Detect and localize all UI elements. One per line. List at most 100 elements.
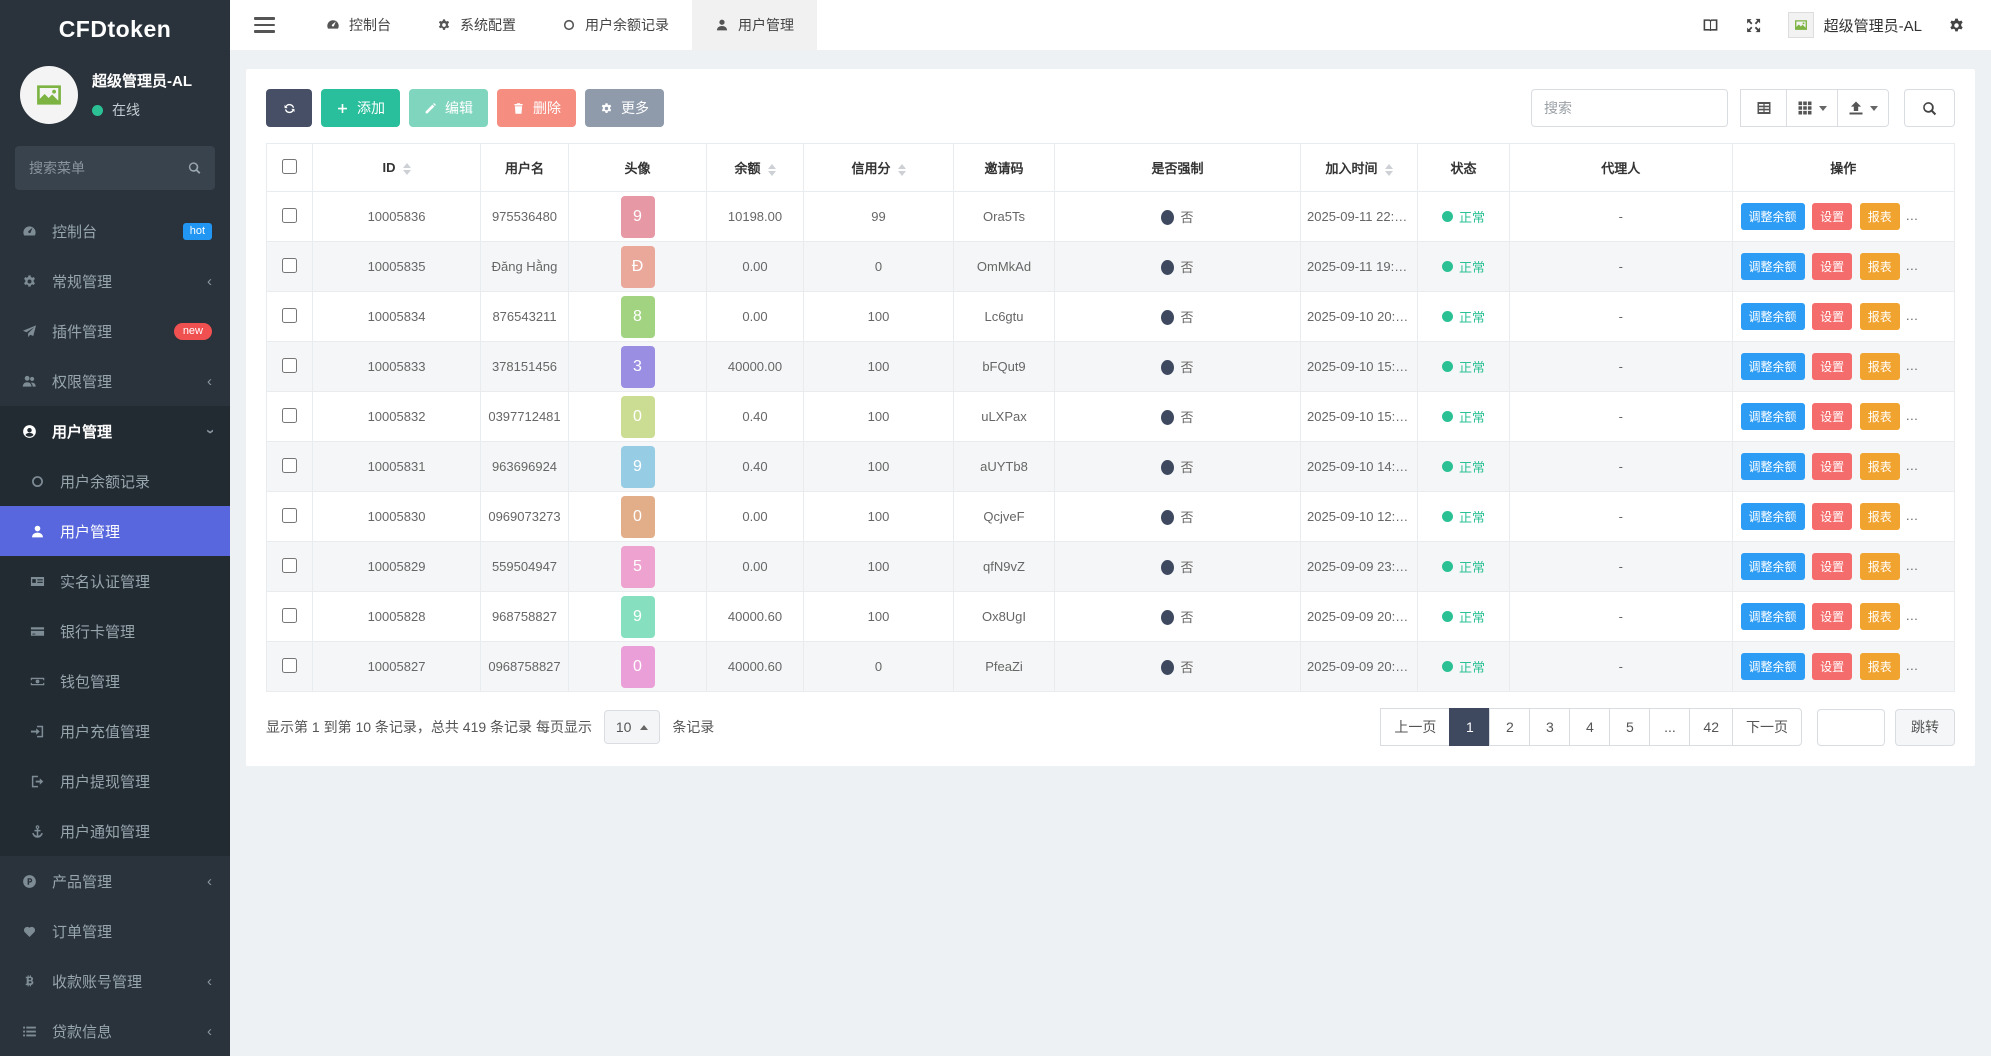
adjust-balance-button[interactable]: 调整余额 xyxy=(1741,503,1805,530)
hamburger-menu-icon[interactable] xyxy=(254,17,275,33)
row-edit-button[interactable] xyxy=(1907,353,1934,380)
settings-button[interactable]: 设置 xyxy=(1812,453,1852,480)
row-checkbox[interactable] xyxy=(282,608,297,623)
sidebar-item[interactable]: 控制台 hot xyxy=(0,206,230,256)
column-header[interactable]: 状态 xyxy=(1418,144,1510,192)
menu-search-input[interactable] xyxy=(15,146,215,190)
page-button[interactable]: 1 xyxy=(1449,708,1490,746)
row-edit-button[interactable] xyxy=(1907,453,1934,480)
report-button[interactable]: 报表 xyxy=(1860,603,1900,630)
column-header[interactable]: 代理人 xyxy=(1510,144,1733,192)
page-button[interactable]: 4 xyxy=(1569,708,1610,746)
page-button[interactable]: 3 xyxy=(1529,708,1570,746)
nav-tab[interactable]: 系统配置 xyxy=(414,0,539,50)
sidebar-item[interactable]: 用户提现管理 xyxy=(0,756,230,806)
sidebar-item[interactable]: 用户管理 xyxy=(0,506,230,556)
sidebar-item[interactable]: 用户充值管理 xyxy=(0,706,230,756)
select-all-checkbox[interactable] xyxy=(282,159,297,174)
row-edit-button[interactable] xyxy=(1907,303,1934,330)
settings-button[interactable]: 设置 xyxy=(1812,653,1852,680)
row-delete-button[interactable] xyxy=(1942,203,1954,230)
row-edit-button[interactable] xyxy=(1907,653,1934,680)
row-edit-button[interactable] xyxy=(1907,403,1934,430)
adjust-balance-button[interactable]: 调整余额 xyxy=(1741,653,1805,680)
report-button[interactable]: 报表 xyxy=(1860,503,1900,530)
row-delete-button[interactable] xyxy=(1942,503,1954,530)
page-button[interactable]: 5 xyxy=(1609,708,1650,746)
report-button[interactable]: 报表 xyxy=(1860,203,1900,230)
row-delete-button[interactable] xyxy=(1942,553,1954,580)
row-checkbox[interactable] xyxy=(282,458,297,473)
row-checkbox[interactable] xyxy=(282,208,297,223)
column-header[interactable]: 操作 xyxy=(1732,144,1955,192)
page-button[interactable]: 42 xyxy=(1689,708,1733,746)
delete-button[interactable]: 删除 xyxy=(497,89,576,127)
page-button[interactable]: ... xyxy=(1649,708,1690,746)
row-edit-button[interactable] xyxy=(1907,203,1934,230)
fullscreen-icon[interactable] xyxy=(1745,17,1762,34)
view-option-button[interactable] xyxy=(1786,89,1838,127)
sidebar-item[interactable]: 用户余额记录 xyxy=(0,456,230,506)
sidebar-item[interactable]: 订单管理 xyxy=(0,906,230,956)
adjust-balance-button[interactable]: 调整余额 xyxy=(1741,603,1805,630)
view-option-button[interactable] xyxy=(1740,89,1787,127)
row-edit-button[interactable] xyxy=(1907,603,1934,630)
report-button[interactable]: 报表 xyxy=(1860,453,1900,480)
row-delete-button[interactable] xyxy=(1942,453,1954,480)
column-header[interactable]: ID xyxy=(313,144,481,192)
row-delete-button[interactable] xyxy=(1942,403,1954,430)
nav-tab[interactable]: 用户管理 xyxy=(692,0,817,50)
edit-button[interactable]: 编辑 xyxy=(409,89,488,127)
report-button[interactable]: 报表 xyxy=(1860,403,1900,430)
row-checkbox[interactable] xyxy=(282,408,297,423)
page-button[interactable]: 上一页 xyxy=(1380,708,1450,746)
sidebar-item[interactable]: 用户通知管理 xyxy=(0,806,230,856)
brand-logo[interactable]: CFDtoken xyxy=(0,0,230,58)
row-delete-button[interactable] xyxy=(1942,303,1954,330)
language-icon[interactable] xyxy=(1702,17,1719,34)
row-edit-button[interactable] xyxy=(1907,503,1934,530)
report-button[interactable]: 报表 xyxy=(1860,303,1900,330)
sidebar-item[interactable]: 收款账号管理 ‹ xyxy=(0,956,230,1006)
adjust-balance-button[interactable]: 调整余额 xyxy=(1741,253,1805,280)
sort-icon[interactable] xyxy=(403,163,411,175)
adjust-balance-button[interactable]: 调整余额 xyxy=(1741,303,1805,330)
row-checkbox[interactable] xyxy=(282,258,297,273)
row-checkbox[interactable] xyxy=(282,308,297,323)
sidebar-item[interactable]: 权限管理 ‹ xyxy=(0,356,230,406)
sidebar-item[interactable]: 贷款信息 ‹ xyxy=(0,1006,230,1056)
row-delete-button[interactable] xyxy=(1942,603,1954,630)
user-avatar[interactable] xyxy=(20,66,78,124)
settings-button[interactable]: 设置 xyxy=(1812,553,1852,580)
refresh-button[interactable] xyxy=(266,89,312,127)
row-delete-button[interactable] xyxy=(1942,653,1954,680)
column-header[interactable]: 邀请码 xyxy=(954,144,1055,192)
sidebar-item[interactable]: 银行卡管理 xyxy=(0,606,230,656)
settings-button[interactable]: 设置 xyxy=(1812,203,1852,230)
report-button[interactable]: 报表 xyxy=(1860,653,1900,680)
sort-icon[interactable] xyxy=(768,164,776,176)
sidebar-item[interactable]: 常规管理 ‹ xyxy=(0,256,230,306)
column-header[interactable]: 信用分 xyxy=(804,144,954,192)
settings-button[interactable]: 设置 xyxy=(1812,503,1852,530)
settings-button[interactable]: 设置 xyxy=(1812,603,1852,630)
column-header[interactable]: 加入时间 xyxy=(1301,144,1418,192)
report-button[interactable]: 报表 xyxy=(1860,553,1900,580)
report-button[interactable]: 报表 xyxy=(1860,353,1900,380)
page-button[interactable]: 下一页 xyxy=(1732,708,1802,746)
sort-icon[interactable] xyxy=(1385,164,1393,176)
adjust-balance-button[interactable]: 调整余额 xyxy=(1741,403,1805,430)
row-checkbox[interactable] xyxy=(282,658,297,673)
column-header[interactable]: 头像 xyxy=(569,144,707,192)
settings-gear-icon[interactable] xyxy=(1948,17,1965,34)
sidebar-item[interactable]: 实名认证管理 xyxy=(0,556,230,606)
column-header[interactable]: 余额 xyxy=(707,144,804,192)
sidebar-item[interactable]: 产品管理 ‹ xyxy=(0,856,230,906)
view-option-button[interactable] xyxy=(1837,89,1889,127)
page-button[interactable]: 2 xyxy=(1489,708,1530,746)
search-button[interactable] xyxy=(1904,89,1955,127)
sort-icon[interactable] xyxy=(898,164,906,176)
jump-button[interactable]: 跳转 xyxy=(1895,709,1955,746)
column-header[interactable]: 是否强制 xyxy=(1055,144,1301,192)
column-header[interactable]: 用户名 xyxy=(481,144,569,192)
